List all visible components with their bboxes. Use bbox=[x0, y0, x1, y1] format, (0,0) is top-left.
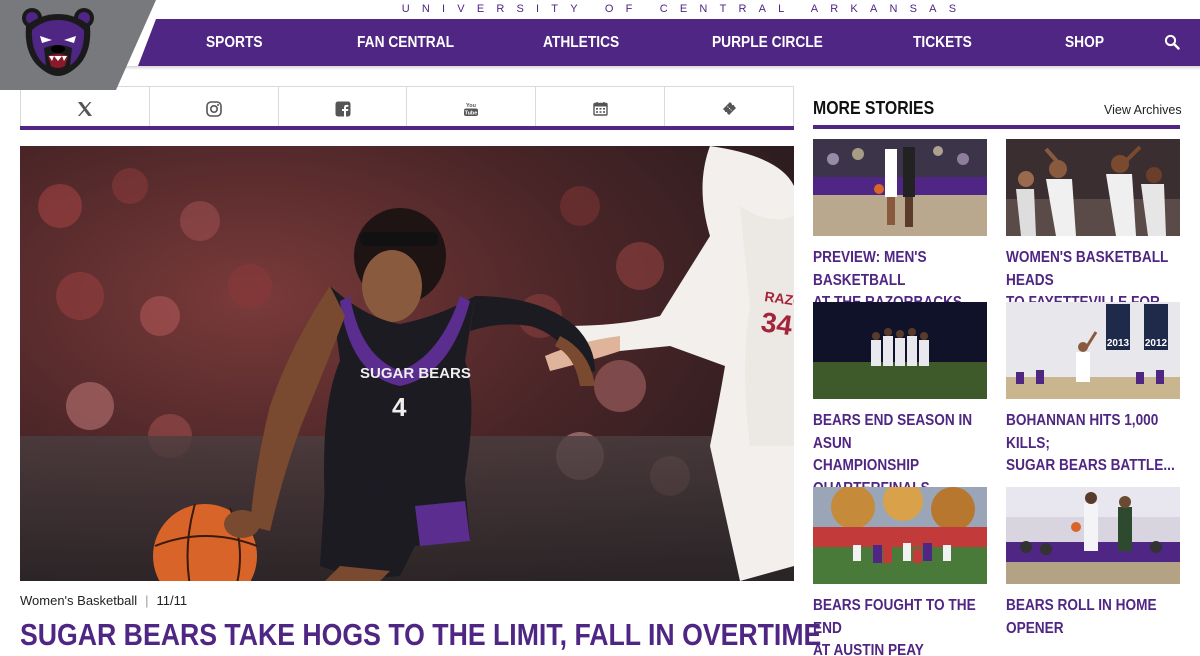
nav-sports[interactable]: SPORTS bbox=[206, 19, 263, 66]
instagram-icon bbox=[205, 100, 222, 117]
story-thumbnail[interactable] bbox=[813, 487, 987, 584]
meta-separator: | bbox=[145, 593, 149, 608]
story-thumbnail[interactable] bbox=[813, 302, 987, 399]
football-game-photo bbox=[813, 487, 987, 584]
social-calendar[interactable] bbox=[536, 87, 666, 130]
story-title-line: BEARS END SEASON IN ASUN bbox=[813, 412, 973, 452]
facebook-icon bbox=[335, 101, 351, 117]
story-title-line: WOMEN'S BASKETBALL HEADS bbox=[1006, 249, 1169, 289]
story-title-line: BOHANNAN HITS 1,000 KILLS; bbox=[1006, 412, 1159, 452]
mens-basketball-home-photo bbox=[1006, 487, 1180, 584]
youtube-icon: You Tube bbox=[464, 103, 479, 116]
basketball-game-photo: RAZORBACKS 34 SUGAR BEARS 4 bbox=[20, 146, 794, 581]
university-name: UNIVERSITY OF CENTRAL ARKANSAS bbox=[156, 0, 1200, 19]
social-facebook[interactable] bbox=[279, 87, 408, 130]
story-title-line: SUGAR BEARS BATTLE... bbox=[1006, 457, 1175, 474]
featured-story-date: 11/11 bbox=[156, 593, 188, 608]
header-shadow bbox=[0, 66, 1200, 70]
social-youtube[interactable]: You Tube bbox=[407, 87, 537, 130]
more-stories-heading: MORE STORIES bbox=[813, 98, 935, 118]
view-archives-link[interactable]: View Archives bbox=[1104, 103, 1182, 117]
nav-athletics[interactable]: ATHLETICS bbox=[543, 19, 619, 66]
story-title[interactable]: BEARS FOUGHT TO THE END AT AUSTIN PEAY bbox=[813, 595, 989, 656]
ticket-icon bbox=[722, 102, 736, 115]
social-tickets[interactable] bbox=[665, 87, 793, 130]
story-title-line: AT AUSTIN PEAY bbox=[813, 642, 924, 656]
social-x[interactable] bbox=[21, 87, 150, 130]
nav-shop[interactable]: SHOP bbox=[1065, 19, 1104, 66]
social-bar-underline bbox=[20, 126, 794, 130]
more-stories-rule bbox=[813, 125, 1180, 129]
social-instagram[interactable] bbox=[150, 87, 279, 130]
story-title-line: BEARS ROLL IN HOME bbox=[1006, 597, 1157, 614]
player-jersey-text: SUGAR BEARS bbox=[360, 365, 471, 382]
svg-text:You: You bbox=[466, 103, 476, 109]
site-header: UNIVERSITY OF CENTRAL ARKANSAS SPORTS FA… bbox=[0, 0, 1200, 90]
soccer-team-huddle-photo bbox=[813, 302, 987, 399]
story-title-line: OPENER bbox=[1006, 619, 1064, 637]
bear-head-logo[interactable] bbox=[18, 6, 98, 78]
story-title[interactable]: BOHANNAN HITS 1,000 KILLS; SUGAR BEARS B… bbox=[1006, 410, 1182, 478]
nav-fan-central[interactable]: FAN CENTRAL bbox=[357, 19, 454, 66]
story-thumbnail[interactable] bbox=[1006, 139, 1180, 236]
story-title-line: CHAMPIONSHIP bbox=[813, 457, 920, 474]
featured-story-title[interactable]: SUGAR BEARS TAKE HOGS TO THE LIMIT, FALL… bbox=[20, 613, 821, 656]
story-thumbnail[interactable]: 2013 2012 bbox=[1006, 302, 1180, 399]
mens-basketball-photo bbox=[813, 139, 987, 236]
search-icon[interactable] bbox=[1164, 34, 1180, 50]
svg-text:Tube: Tube bbox=[465, 110, 478, 116]
main-nav: SPORTS FAN CENTRAL ATHLETICS PURPLE CIRC… bbox=[138, 19, 1200, 66]
opponent-jersey-number: 34 bbox=[759, 306, 794, 341]
featured-story-sport[interactable]: Women's Basketball bbox=[20, 593, 137, 608]
womens-basketball-bench-photo bbox=[1006, 139, 1180, 236]
story-thumbnail[interactable] bbox=[813, 139, 987, 236]
story-title-line: PREVIEW: MEN'S BASKETBALL bbox=[813, 249, 927, 289]
nav-tickets[interactable]: TICKETS bbox=[913, 19, 972, 66]
banner-year: 2013 bbox=[1107, 338, 1130, 349]
banner-year: 2012 bbox=[1145, 338, 1168, 349]
calendar-icon bbox=[593, 102, 608, 116]
player-jersey-number: 4 bbox=[392, 392, 407, 422]
volleyball-celebration-photo: 2013 2012 bbox=[1006, 302, 1180, 399]
featured-story-meta: Women's Basketball | 11/11 bbox=[20, 593, 187, 608]
featured-story-image[interactable]: RAZORBACKS 34 SUGAR BEARS 4 bbox=[20, 146, 794, 581]
x-twitter-icon bbox=[77, 101, 92, 116]
story-thumbnail[interactable] bbox=[1006, 487, 1180, 584]
nav-purple-circle[interactable]: PURPLE CIRCLE bbox=[712, 19, 823, 66]
story-title-line: BEARS FOUGHT TO THE END bbox=[813, 597, 976, 637]
social-bar: You Tube bbox=[20, 86, 794, 130]
story-title[interactable]: BEARS ROLL IN HOME OPENER bbox=[1006, 595, 1182, 640]
